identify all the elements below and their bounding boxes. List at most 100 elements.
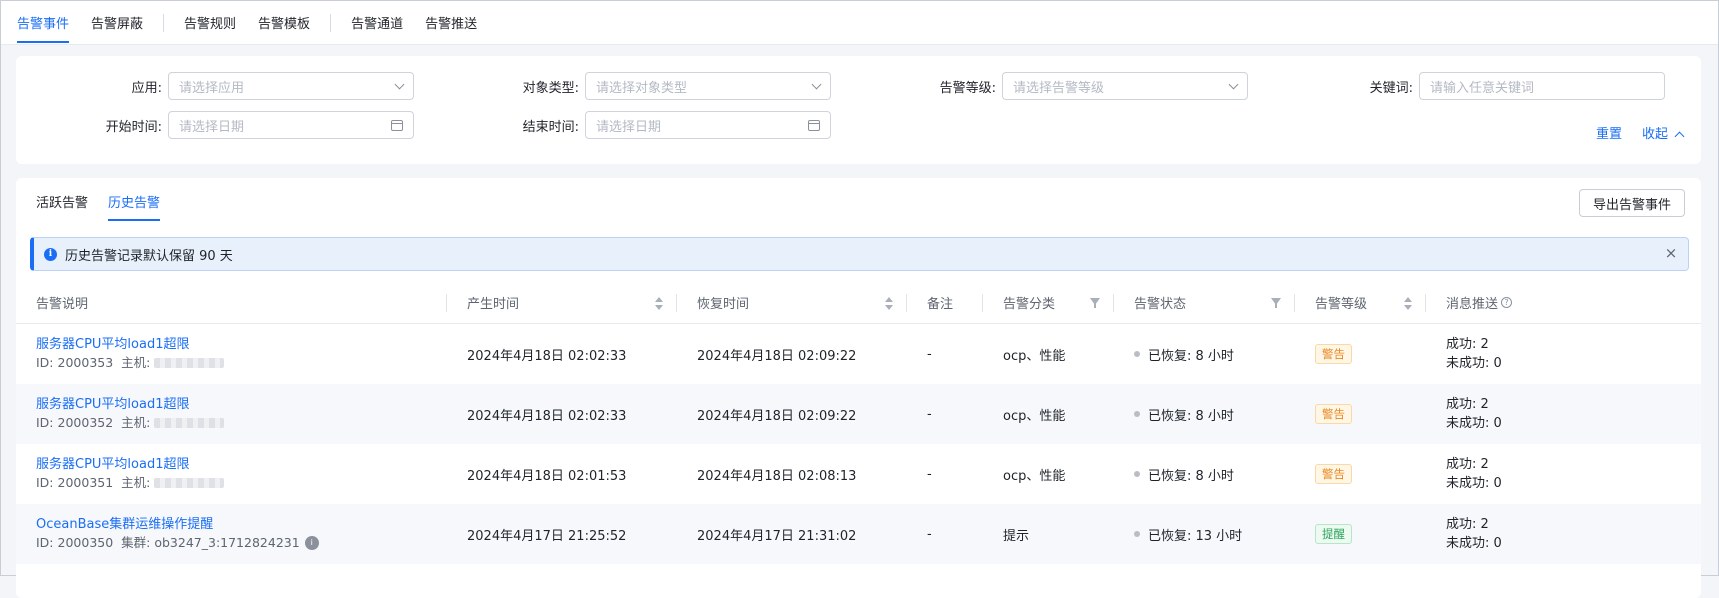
table-row: 服务器CPU平均load1超限 ID: 2000353 主机: 2024年4月1… [16, 324, 1701, 384]
filter-icon[interactable] [1271, 297, 1281, 308]
cell-category: ocp、性能 [1003, 468, 1066, 484]
nav-divider [330, 13, 332, 32]
col-recovered-label: 恢复时间 [697, 297, 750, 312]
alert-title-link[interactable]: 服务器CPU平均load1超限 [36, 456, 447, 474]
app-select[interactable]: 请选择应用 [168, 72, 414, 100]
cell-category: ocp、性能 [1003, 408, 1066, 424]
redacted-host [154, 478, 225, 488]
reset-button[interactable]: 重置 [1596, 123, 1622, 142]
filter-end-label: 结束时间: [522, 119, 579, 135]
filter-keyword: 关键词: 请输入任意关键词 [1319, 72, 1665, 100]
cell-category: 提示 [1003, 528, 1030, 544]
filter-icon[interactable] [1090, 297, 1100, 308]
nav-alert-rules[interactable]: 告警规则 [184, 1, 236, 45]
id-label: ID: [36, 475, 54, 490]
filter-start-label: 开始时间: [105, 119, 162, 135]
sort-icon[interactable] [1404, 296, 1412, 310]
col-created[interactable]: 产生时间 [447, 282, 677, 324]
cell-status: 已恢复: 8 小时 [1114, 465, 1295, 484]
id-label: ID: [36, 535, 54, 550]
push-success: 成功: 2 [1446, 457, 1489, 472]
cell-category: ocp、性能 [1003, 348, 1066, 364]
object-type-select[interactable]: 请选择对象类型 [585, 72, 831, 100]
table-row: OceanBase集群运维操作提醒 ID: 2000350 集群: ob3247… [16, 504, 1701, 564]
id-label: ID: [36, 355, 54, 370]
col-status-label: 告警状态 [1134, 297, 1187, 312]
cell-status: 已恢复: 8 小时 [1114, 405, 1295, 424]
cell-created: 2024年4月18日 02:01:53 [467, 468, 627, 484]
col-remark: 备注 [907, 282, 983, 324]
sort-icon[interactable] [655, 296, 663, 310]
alert-meta: ID: 2000351 主机: [36, 474, 447, 492]
nav-alert-push[interactable]: 告警推送 [425, 1, 477, 45]
col-remark-label: 备注 [927, 297, 954, 312]
status-dot [1134, 411, 1140, 417]
alert-tabs: 活跃告警 历史告警 [36, 178, 180, 224]
cell-recovered: 2024年4月18日 02:08:13 [697, 468, 857, 484]
level-badge: 提醒 [1315, 524, 1352, 544]
cell-remark: - [927, 466, 932, 482]
alert-table: 告警说明 产生时间 恢复时间 备注 告警分类 告警状态 告警等级 消息推送? 服… [16, 282, 1701, 564]
level-select[interactable]: 请选择告警等级 [1002, 72, 1248, 100]
filter-level-label: 告警等级: [939, 80, 996, 96]
status-text: 已恢复: 8 小时 [1148, 348, 1234, 364]
cell-recovered: 2024年4月18日 02:09:22 [697, 408, 857, 424]
push-fail: 未成功: 0 [1446, 356, 1502, 371]
help-icon[interactable]: ? [1501, 297, 1513, 308]
alert-title-link[interactable]: 服务器CPU平均load1超限 [36, 336, 447, 354]
nav-alert-silence[interactable]: 告警屏蔽 [91, 1, 143, 45]
tab-history-alerts[interactable]: 历史告警 [108, 178, 161, 224]
table-header: 告警说明 产生时间 恢复时间 备注 告警分类 告警状态 告警等级 消息推送? [16, 282, 1701, 324]
cell-created: 2024年4月18日 02:02:33 [467, 348, 627, 364]
filter-app: 应用: 请选择应用 [68, 72, 414, 100]
chevron-down-icon [1228, 79, 1239, 89]
level-badge: 警告 [1315, 344, 1352, 364]
col-category[interactable]: 告警分类 [983, 282, 1114, 324]
redacted-host [154, 418, 225, 428]
push-fail: 未成功: 0 [1446, 476, 1502, 491]
cluster-label: 集群: [121, 535, 151, 550]
keyword-placeholder: 请输入任意关键词 [1430, 80, 1535, 96]
col-recovered[interactable]: 恢复时间 [677, 282, 907, 324]
cell-push: 成功: 2 未成功: 0 [1426, 515, 1701, 553]
cell-level: 提醒 [1295, 524, 1426, 544]
start-date-picker[interactable]: 请选择日期 [168, 111, 414, 139]
tab-active-alerts[interactable]: 活跃告警 [36, 178, 88, 224]
filter-app-label: 应用: [131, 80, 162, 96]
push-success: 成功: 2 [1446, 517, 1489, 532]
status-dot [1134, 531, 1140, 537]
start-date-placeholder: 请选择日期 [179, 119, 245, 135]
cluster-info-icon[interactable]: i [304, 536, 319, 550]
host-label: 主机: [121, 475, 151, 490]
cell-push: 成功: 2 未成功: 0 [1426, 455, 1701, 493]
close-icon[interactable]: × [1664, 246, 1678, 261]
push-success: 成功: 2 [1446, 337, 1489, 352]
calendar-icon [808, 119, 820, 131]
status-text: 已恢复: 13 小时 [1148, 528, 1243, 544]
nav-alert-templates[interactable]: 告警模板 [258, 1, 310, 45]
sort-icon[interactable] [885, 296, 893, 310]
status-dot [1134, 351, 1140, 357]
nav-alert-channels[interactable]: 告警通道 [351, 1, 403, 45]
alert-title-link[interactable]: 服务器CPU平均load1超限 [36, 396, 447, 414]
alert-id: 2000352 [57, 415, 114, 430]
col-level[interactable]: 告警等级 [1295, 282, 1426, 324]
col-status[interactable]: 告警状态 [1114, 282, 1295, 324]
chevron-down-icon [394, 79, 405, 89]
end-date-picker[interactable]: 请选择日期 [585, 111, 831, 139]
cell-remark: - [927, 406, 932, 422]
push-success: 成功: 2 [1446, 397, 1489, 412]
notice-text: 历史告警记录默认保留 90 天 [65, 248, 233, 264]
info-icon: i [44, 247, 57, 261]
chevron-down-icon [811, 79, 822, 89]
cell-description: OceanBase集群运维操作提醒 ID: 2000350 集群: ob3247… [16, 516, 447, 552]
nav-alert-events[interactable]: 告警事件 [17, 1, 70, 45]
cluster-name: ob3247_3:1712824231 [154, 535, 300, 550]
cell-level: 警告 [1295, 464, 1426, 484]
collapse-button[interactable]: 收起 [1642, 123, 1685, 142]
status-text: 已恢复: 8 小时 [1148, 408, 1234, 424]
alert-title-link[interactable]: OceanBase集群运维操作提醒 [36, 516, 447, 534]
cell-description: 服务器CPU平均load1超限 ID: 2000352 主机: [16, 396, 447, 432]
keyword-input[interactable]: 请输入任意关键词 [1419, 72, 1665, 100]
export-alert-events-button[interactable]: 导出告警事件 [1578, 189, 1685, 217]
